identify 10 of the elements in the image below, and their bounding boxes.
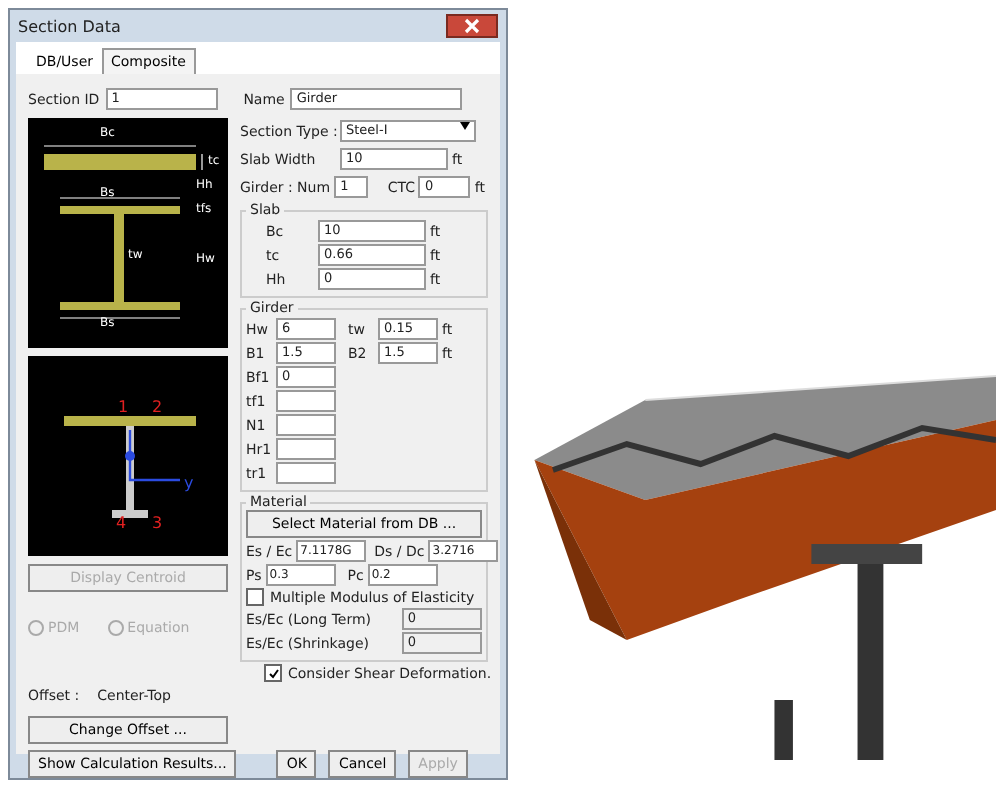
close-icon (464, 18, 480, 34)
checkmark-icon (267, 667, 279, 679)
input-field[interactable] (276, 438, 336, 460)
window-title: Section Data (18, 17, 121, 35)
input-field[interactable] (276, 462, 336, 484)
close-button[interactable] (446, 14, 498, 38)
input-field[interactable] (276, 414, 336, 436)
centroid-diagram-drawing: 1 2 y 4 3 (28, 356, 228, 556)
dropdown-arrow-icon[interactable] (460, 122, 470, 130)
input-field[interactable] (276, 390, 336, 412)
